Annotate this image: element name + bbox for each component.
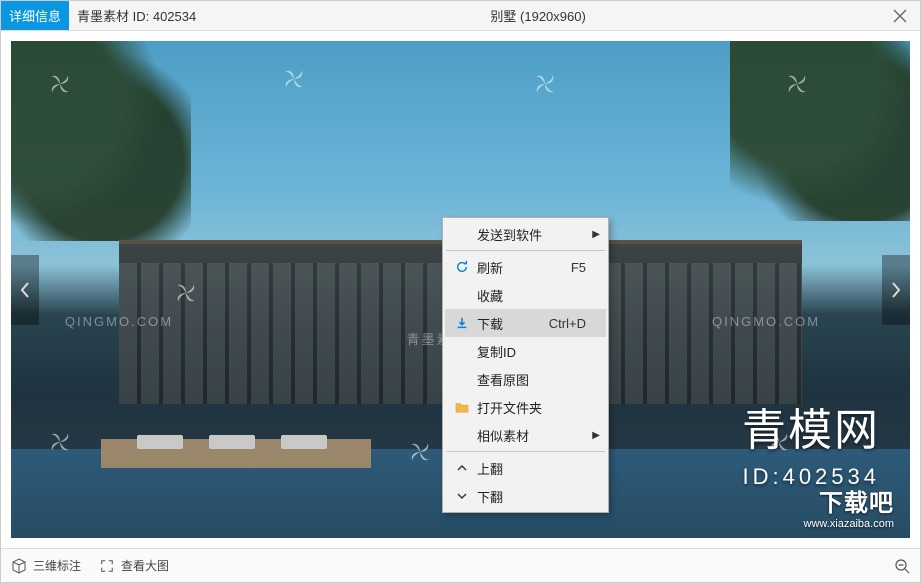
content-area: QINGMO.COM 青墨素材 QINGMO.COM 青模网 ID:402534… (1, 31, 920, 548)
menu-view-original[interactable]: 查看原图 (445, 365, 606, 393)
chevron-left-icon (19, 281, 31, 299)
caret-down-icon (451, 491, 473, 501)
pinwheel-icon (47, 429, 73, 455)
pinwheel-icon (173, 280, 199, 306)
scene-tree (11, 41, 191, 241)
caret-up-icon (451, 463, 473, 473)
refresh-icon (451, 260, 473, 274)
window: 详细信息 青墨素材 ID: 402534 别墅 (1920x960) QINGM… (0, 0, 921, 583)
menu-page-up[interactable]: 上翻 (445, 454, 606, 482)
chevron-right-icon (890, 281, 902, 299)
menu-page-down[interactable]: 下翻 (445, 482, 606, 510)
menu-favorite[interactable]: 收藏 (445, 281, 606, 309)
titlebar: 详细信息 青墨素材 ID: 402534 别墅 (1920x960) (1, 1, 920, 31)
menu-refresh[interactable]: 刷新 F5 (445, 253, 606, 281)
watermark-text: QINGMO.COM (712, 314, 820, 329)
pinwheel-icon (47, 71, 73, 97)
menu-separator (446, 451, 605, 452)
menu-similar[interactable]: 相似素材 ▶ (445, 421, 606, 449)
titlebar-badge: 详细信息 (1, 1, 69, 30)
prev-button[interactable] (11, 255, 39, 325)
menu-open-folder[interactable]: 打开文件夹 (445, 393, 606, 421)
view-large-button[interactable]: 查看大图 (99, 557, 169, 574)
pinwheel-icon (784, 71, 810, 97)
close-icon (893, 9, 907, 23)
window-title: 别墅 (1920x960) (196, 6, 880, 25)
scene-tree (730, 41, 910, 221)
submenu-arrow-icon: ▶ (592, 229, 600, 240)
submenu-arrow-icon: ▶ (592, 430, 600, 441)
pinwheel-icon (407, 439, 433, 465)
scene-lounger (281, 435, 327, 449)
bottom-toolbar: 三维标注 查看大图 (1, 548, 920, 582)
pinwheel-icon (766, 429, 792, 455)
download-icon (451, 316, 473, 330)
fullscreen-icon (99, 558, 115, 574)
scene-lounger (209, 435, 255, 449)
next-button[interactable] (882, 255, 910, 325)
cube-icon (11, 558, 27, 574)
close-button[interactable] (880, 1, 920, 30)
menu-send-to[interactable]: 发送到软件 ▶ (445, 220, 606, 248)
pinwheel-icon (532, 71, 558, 97)
watermark-text: QINGMO.COM (65, 314, 173, 329)
pinwheel-icon (281, 66, 307, 92)
zoom-out-icon (894, 558, 910, 574)
3d-annotate-button[interactable]: 三维标注 (11, 557, 81, 574)
download-watermark: 下载吧 www.xiazaiba.com (804, 483, 894, 530)
brand-logo: 青模网 (742, 394, 880, 458)
zoom-out-button[interactable] (894, 558, 910, 574)
asset-id-label: 青墨素材 ID: 402534 (77, 6, 196, 25)
menu-download[interactable]: 下载 Ctrl+D (445, 309, 606, 337)
scene-lounger (137, 435, 183, 449)
menu-separator (446, 250, 605, 251)
context-menu: 发送到软件 ▶ 刷新 F5 收藏 下载 Ctrl+D 复制ID (442, 217, 609, 513)
menu-copy-id[interactable]: 复制ID (445, 337, 606, 365)
folder-icon (451, 401, 473, 413)
